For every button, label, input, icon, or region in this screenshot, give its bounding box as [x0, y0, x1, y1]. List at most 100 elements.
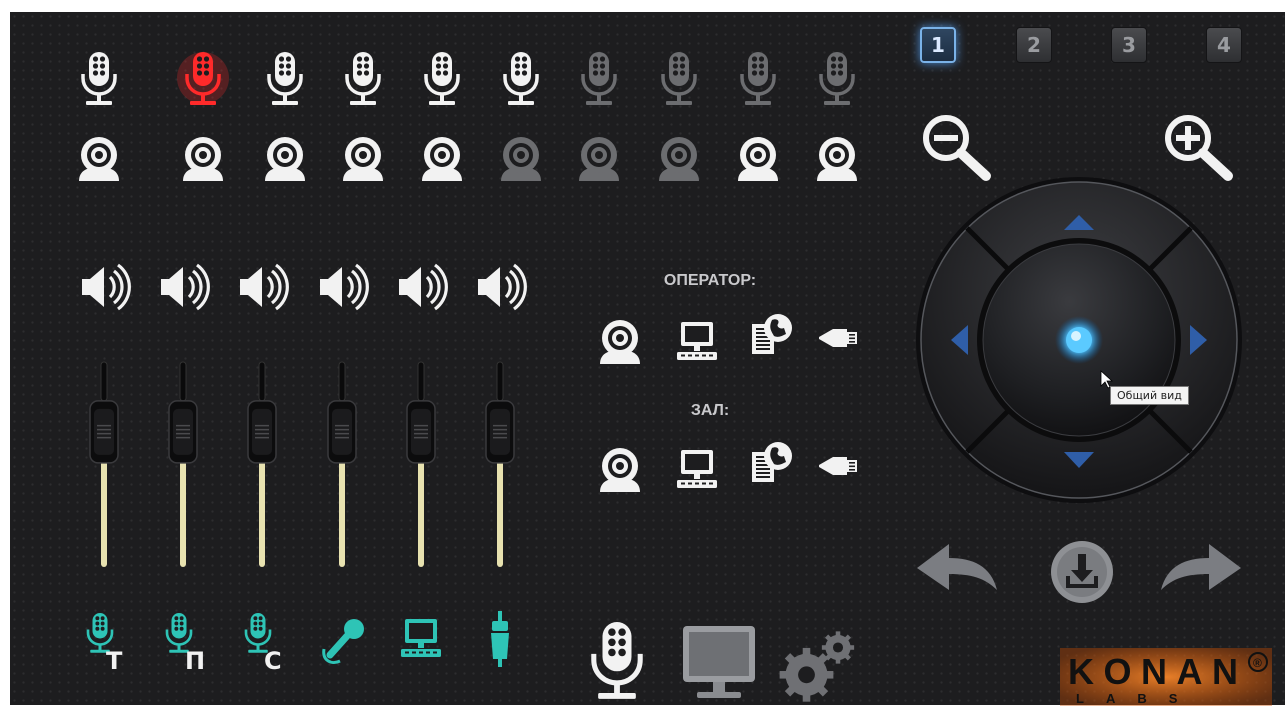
fader-knob[interactable] [168, 400, 198, 464]
network-plug-icon[interactable] [819, 457, 857, 475]
zoom-in-icon [1165, 115, 1233, 181]
mic-t-icon[interactable]: Т [86, 613, 123, 675]
zoom-out-icon [923, 115, 991, 181]
computer-icon[interactable] [677, 322, 717, 360]
volume-fader[interactable] [485, 361, 515, 567]
fader-knob[interactable] [327, 400, 357, 464]
fader-knob[interactable] [485, 400, 515, 464]
webcam-icon[interactable] [817, 137, 857, 181]
mic-row [80, 48, 870, 118]
speaker-icon[interactable] [478, 263, 527, 311]
microphone-icon[interactable] [503, 52, 539, 105]
operator-icons-svg [600, 314, 857, 364]
redo-button[interactable] [1158, 540, 1243, 595]
webcam-icon[interactable] [343, 137, 383, 181]
fader-knob[interactable] [89, 400, 119, 464]
konan-labs-logo: KONAN LABS ® [1060, 648, 1272, 706]
webcam-icon[interactable] [600, 320, 640, 364]
microphone-icon[interactable] [740, 52, 776, 105]
microphone-icon[interactable] [591, 622, 643, 699]
audio-jack-icon[interactable] [491, 611, 509, 667]
volume-fader[interactable] [168, 361, 198, 567]
bottom-icon-row [575, 612, 875, 705]
microphone-icon[interactable] [819, 52, 855, 105]
webcam-icon[interactable] [579, 137, 619, 181]
operator-icon-row [585, 312, 860, 372]
speaker-icon[interactable] [161, 263, 210, 311]
hall-label: ЗАЛ: [690, 402, 730, 419]
settings-gears-icon[interactable] [779, 631, 855, 702]
speaker-icon[interactable] [240, 263, 289, 311]
microphone-icon[interactable] [267, 52, 303, 105]
fader-knob[interactable] [247, 400, 277, 464]
speaker-icon[interactable] [82, 263, 131, 311]
joystick-tooltip: Общий вид [1110, 386, 1189, 405]
tab-3-label: 3 [1122, 33, 1136, 57]
volume-fader[interactable] [327, 361, 357, 567]
tab-1[interactable]: 1 [920, 27, 956, 63]
speaker-icon[interactable] [320, 263, 369, 311]
webcam-icon[interactable] [600, 448, 640, 492]
undo-button[interactable] [915, 540, 1000, 595]
fader-knob[interactable] [406, 400, 436, 464]
webcam-icon[interactable] [79, 137, 119, 181]
channel-letter: П [185, 647, 205, 675]
undo-arrow-icon [917, 544, 997, 590]
volume-fader[interactable] [247, 361, 277, 567]
tab-1-label: 1 [931, 33, 945, 57]
mic-p-icon[interactable]: П [165, 613, 205, 675]
logo-sub-text: LABS [1076, 691, 1199, 706]
fader-bank-svg [89, 361, 515, 567]
ptz-joystick [912, 175, 1247, 505]
webcam-icon[interactable] [183, 137, 223, 181]
hall-icons-svg [600, 442, 857, 492]
mic-row-svg [81, 52, 855, 105]
computer-icon[interactable] [401, 619, 441, 657]
microphone-icon[interactable] [424, 52, 460, 105]
handheld-mic-icon[interactable] [322, 619, 364, 664]
logo-registered-mark: ® [1253, 656, 1262, 670]
microphone-icon[interactable] [661, 52, 697, 105]
hall-icon-row [585, 440, 860, 500]
download-button[interactable] [1048, 540, 1116, 605]
redo-arrow-icon [1161, 544, 1241, 590]
speaker-icon[interactable] [399, 263, 448, 311]
computer-icon[interactable] [677, 450, 717, 488]
network-plug-icon[interactable] [819, 329, 857, 347]
tab-3[interactable]: 3 [1111, 27, 1147, 63]
speaker-row [70, 262, 540, 312]
joystick-svg [916, 177, 1242, 503]
volume-fader[interactable] [406, 361, 436, 567]
tab-2[interactable]: 2 [1016, 27, 1052, 63]
webcam-icon[interactable] [422, 137, 462, 181]
fader-bank [70, 347, 540, 572]
zoom-in-button[interactable] [1160, 110, 1240, 185]
tab-4[interactable]: 4 [1206, 27, 1242, 63]
volume-fader[interactable] [89, 361, 119, 567]
webcam-icon[interactable] [738, 137, 778, 181]
document-globe-icon[interactable] [752, 442, 792, 482]
channel-icon-row-svg: ТПС [86, 611, 509, 675]
zoom-out-button[interactable] [918, 110, 998, 185]
webcam-icon[interactable] [659, 137, 699, 181]
bottom-icons-svg [591, 622, 855, 702]
tab-2-label: 2 [1027, 33, 1041, 57]
operator-label: ОПЕРАТОР: [663, 272, 757, 289]
webcam-icon[interactable] [501, 137, 541, 181]
channel-letter: С [264, 647, 282, 675]
microphone-icon[interactable] [81, 52, 117, 105]
logo-svg: KONAN LABS ® [1060, 648, 1272, 706]
channel-letter: Т [106, 647, 123, 675]
tab-4-label: 4 [1217, 33, 1231, 57]
webcam-icon[interactable] [265, 137, 305, 181]
microphone-icon[interactable] [581, 52, 617, 105]
channel-icon-row: ТПС [70, 607, 540, 677]
monitor-icon[interactable] [683, 626, 755, 698]
logo-main-text: KONAN [1068, 651, 1238, 692]
mic-s-icon[interactable]: С [244, 613, 282, 675]
speaker-row-svg [82, 263, 527, 311]
webcam-row-svg [79, 137, 857, 181]
download-icon [1051, 541, 1113, 603]
document-globe-icon[interactable] [752, 314, 792, 354]
microphone-icon[interactable] [345, 52, 381, 105]
